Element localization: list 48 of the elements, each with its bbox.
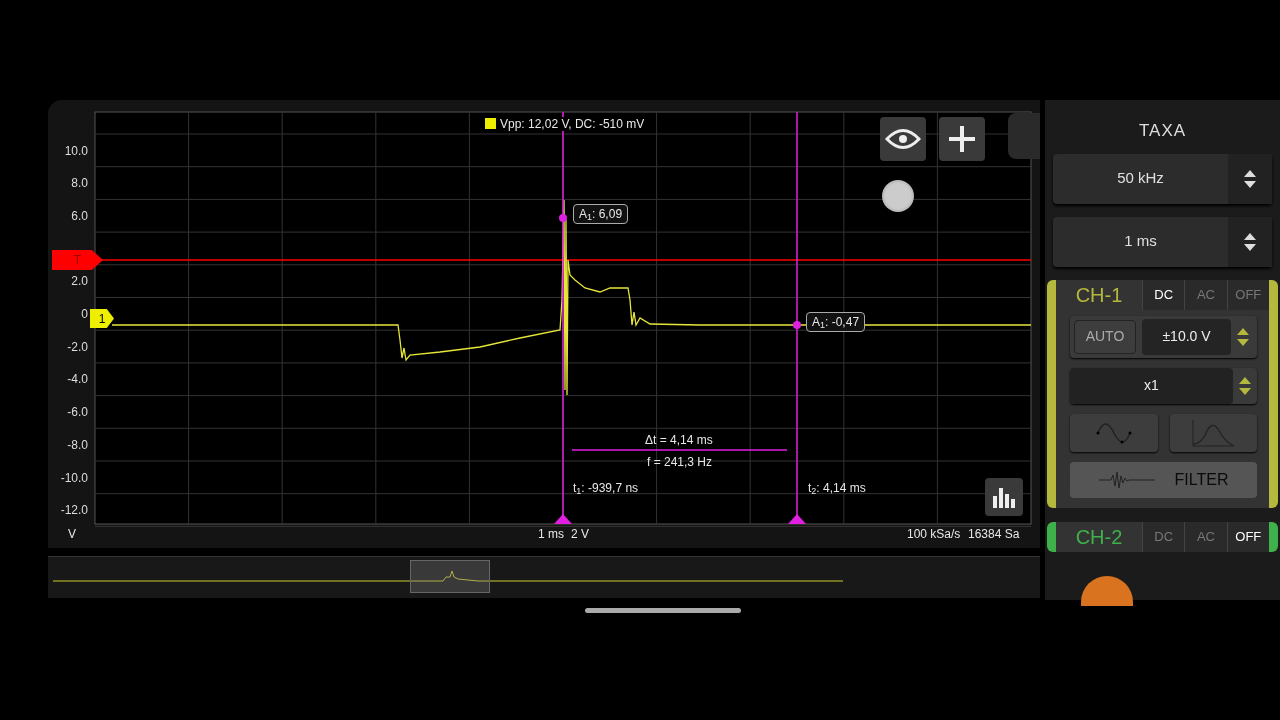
axis-label: -6.0 <box>66 406 88 419</box>
overview-strip[interactable] <box>48 556 1040 598</box>
auto-button[interactable]: AUTO <box>1074 319 1136 354</box>
time-scale: 1 ms <box>538 528 564 540</box>
channel-name: CH-1 <box>1074 282 1124 308</box>
axis-label: 6.0 <box>70 209 88 222</box>
time-division-selector[interactable]: 1 ms <box>1053 216 1272 267</box>
spinner-icon <box>1244 232 1256 251</box>
cursor-time: t$_{2}$: 4,14 ms <box>808 482 866 494</box>
spinner-icon <box>1239 377 1251 396</box>
statistics-button[interactable] <box>985 478 1023 516</box>
cursor-time: t$_{1}$: -939,7 ns <box>573 482 639 494</box>
axis-label: -2.0 <box>66 340 88 353</box>
waveform-icon <box>1098 469 1155 490</box>
axis-label: -12.0 <box>59 504 88 517</box>
spinner-icon <box>1244 169 1256 188</box>
measurement-label: Vpp: 12,02 V, DC: -510 mV <box>483 117 647 131</box>
sample-count: 16384 Sa <box>968 528 1020 540</box>
spinner-icon <box>1237 328 1249 347</box>
axis-label: -4.0 <box>66 373 88 386</box>
volt-scale: 2 V <box>571 528 589 540</box>
viewport-window[interactable] <box>410 560 490 593</box>
axis-label: 2.0 <box>70 275 88 288</box>
axis-label: -10.0 <box>59 471 88 484</box>
sine-wave-icon <box>1095 420 1132 445</box>
eye-icon <box>885 128 921 150</box>
add-button[interactable] <box>939 117 985 161</box>
delta-time: Δt = 4,14 ms <box>645 434 713 446</box>
bar-chart-icon <box>992 486 1016 508</box>
cursor-readout: A$_{1}$: -0,47 <box>806 312 866 332</box>
plus-icon <box>948 125 976 153</box>
axis-label: 10.0 <box>63 144 88 157</box>
cursor-readout: A$_{1}$: 6,09 <box>573 204 629 224</box>
coupling-tab[interactable]: OFF <box>1226 521 1269 552</box>
axis-unit: V <box>68 528 76 540</box>
visibility-button[interactable] <box>880 117 926 161</box>
sample-rate-selector[interactable]: 50 kHz <box>1053 153 1272 204</box>
sample-rate: 100 kSa/s <box>907 528 961 540</box>
axis-label: 8.0 <box>70 177 88 190</box>
coupling-tab[interactable]: DC <box>1142 279 1185 310</box>
axis-label: -8.0 <box>66 438 88 451</box>
range-selector[interactable]: ±10.0 V <box>1142 318 1231 355</box>
panel-title: TAXA <box>1137 120 1188 142</box>
bell-curve-icon <box>1190 418 1237 447</box>
axis-label: 0 <box>80 308 88 320</box>
probe-selector[interactable]: x1 <box>1070 367 1257 404</box>
frequency-readout: f = 241,3 Hz <box>647 456 713 468</box>
channel-name: CH-2 <box>1074 524 1124 550</box>
